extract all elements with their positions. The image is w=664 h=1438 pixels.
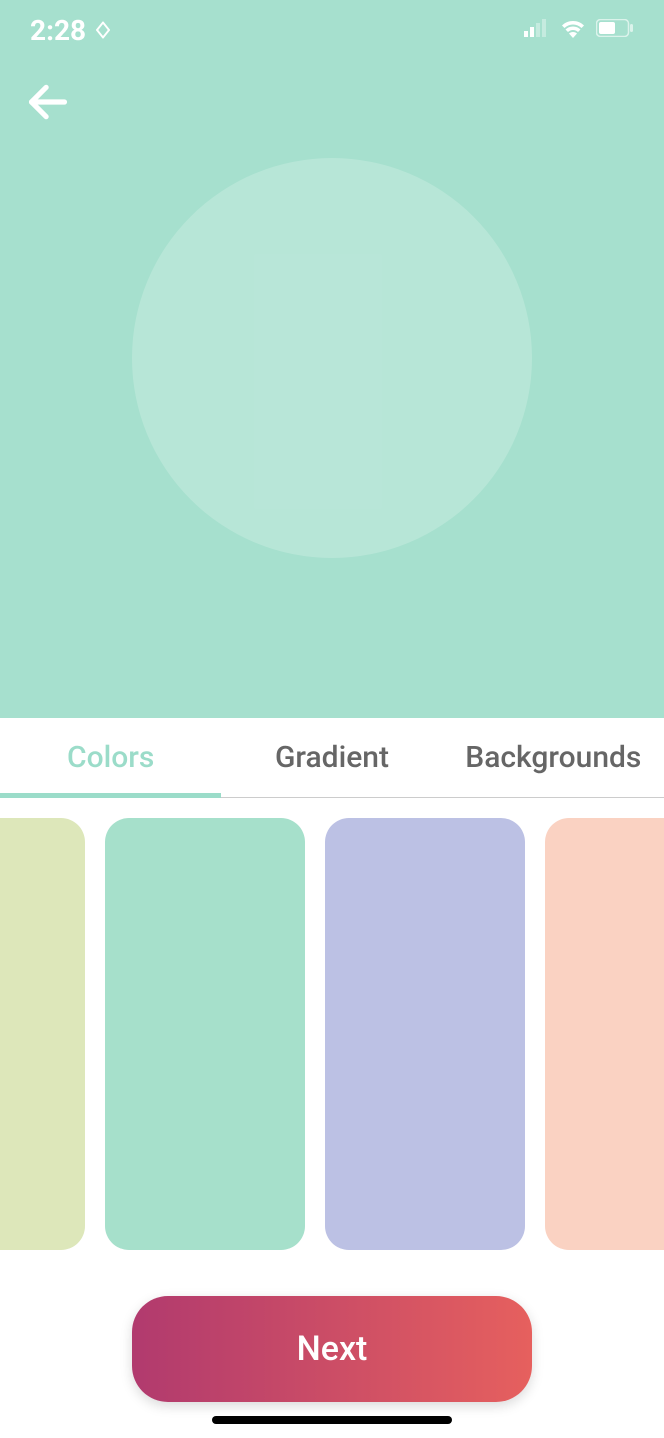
wifi-icon bbox=[560, 18, 586, 42]
color-swatch[interactable] bbox=[545, 818, 664, 1250]
next-button-label: Next bbox=[297, 1329, 368, 1369]
location-icon bbox=[94, 21, 112, 39]
tab-label: Gradient bbox=[275, 740, 389, 775]
tab-label: Backgrounds bbox=[465, 740, 641, 775]
color-swatch-list[interactable] bbox=[0, 798, 664, 1270]
color-swatch[interactable] bbox=[325, 818, 525, 1250]
color-preview-area: 2:28 bbox=[0, 0, 664, 718]
category-tabs: Colors Gradient Backgrounds bbox=[0, 718, 664, 798]
status-bar: 2:28 bbox=[0, 0, 664, 60]
status-time: 2:28 bbox=[30, 14, 86, 47]
color-swatch[interactable] bbox=[105, 818, 305, 1250]
tab-gradient[interactable]: Gradient bbox=[221, 718, 442, 797]
tab-backgrounds[interactable]: Backgrounds bbox=[443, 718, 664, 797]
home-indicator[interactable] bbox=[212, 1416, 452, 1424]
tab-colors[interactable]: Colors bbox=[0, 718, 221, 797]
battery-icon bbox=[596, 19, 634, 41]
preview-circle bbox=[132, 158, 532, 558]
next-button[interactable]: Next bbox=[132, 1296, 532, 1402]
cellular-signal-icon bbox=[524, 19, 550, 41]
tab-label: Colors bbox=[67, 740, 154, 775]
arrow-left-icon bbox=[26, 80, 70, 124]
color-swatch[interactable] bbox=[0, 818, 85, 1250]
back-button[interactable] bbox=[24, 78, 72, 126]
